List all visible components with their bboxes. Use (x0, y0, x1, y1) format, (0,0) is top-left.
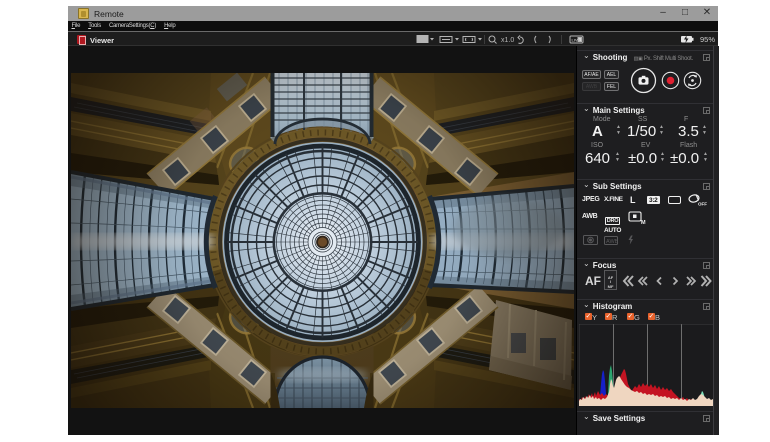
svg-text:M: M (641, 220, 646, 226)
svg-text:x1.0: x1.0 (501, 37, 514, 44)
svg-text:95%: 95% (700, 35, 715, 44)
svg-text:LIVE: LIVE (572, 38, 581, 43)
svg-text:AWB: AWB (606, 239, 619, 245)
svg-text:OFF: OFF (698, 202, 707, 207)
